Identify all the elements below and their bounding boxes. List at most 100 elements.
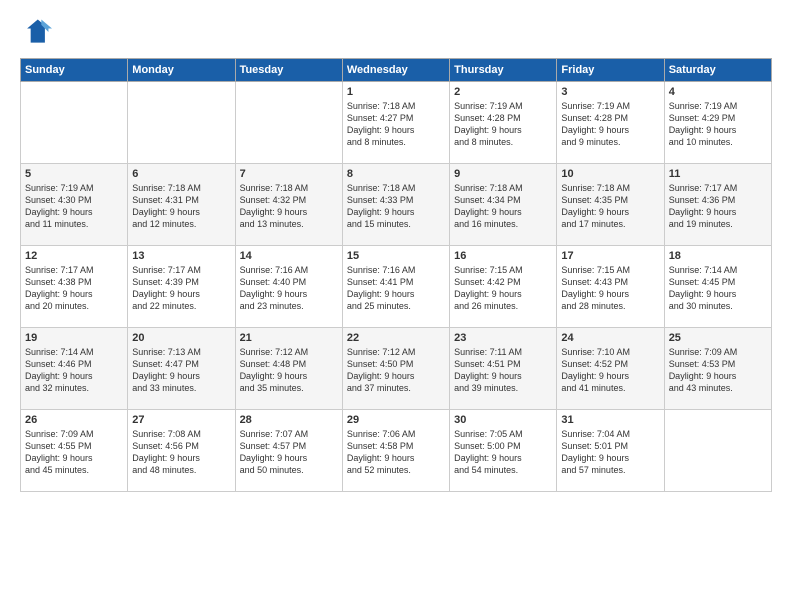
day-number: 13 [132,250,230,262]
cell-content: Sunrise: 7:12 AM Sunset: 4:48 PM Dayligh… [240,346,338,395]
calendar-cell: 3Sunrise: 7:19 AM Sunset: 4:28 PM Daylig… [557,82,664,164]
calendar-cell: 7 Sunrise: 7:18 AM Sunset: 4:32 PM Daylig… [235,164,342,246]
cell-content: Sunrise: 7:16 AM Sunset: 4:41 PM Dayligh… [347,264,445,313]
cell-content: Sunrise: 7:12 AM Sunset: 4:50 PM Dayligh… [347,346,445,395]
day-number: 7 [240,168,338,180]
calendar-cell: 1 Sunrise: 7:18 AM Sunset: 4:27 PM Daylig… [342,82,449,164]
calendar-cell: 11 Sunrise: 7:17 AM Sunset: 4:36 PM Dayli… [664,164,771,246]
calendar-cell [235,82,342,164]
calendar-week-row: 19 Sunrise: 7:14 AM Sunset: 4:46 PM Dayli… [21,328,772,410]
cell-content: Sunrise: 7:09 AM Sunset: 4:55 PM Dayligh… [25,428,123,477]
cell-content: Sunrise: 7:19 AM Sunset: 4:30 PM Dayligh… [25,182,123,231]
day-number: 6 [132,168,230,180]
calendar-week-row: 26 Sunrise: 7:09 AM Sunset: 4:55 PM Dayli… [21,410,772,492]
calendar-cell: 4 Sunrise: 7:19 AM Sunset: 4:29 PM Daylig… [664,82,771,164]
cell-content: Sunrise: 7:06 AM Sunset: 4:58 PM Dayligh… [347,428,445,477]
day-number: 5 [25,168,123,180]
calendar-cell: 23 Sunrise: 7:11 AM Sunset: 4:51 PM Dayli… [450,328,557,410]
day-number: 4 [669,86,767,98]
cell-content: Sunrise: 7:14 AM Sunset: 4:45 PM Dayligh… [669,264,767,313]
day-number: 17 [561,250,659,262]
day-number: 9 [454,168,552,180]
day-number: 28 [240,414,338,426]
day-number: 12 [25,250,123,262]
calendar-cell: 18Sunrise: 7:14 AM Sunset: 4:45 PM Dayli… [664,246,771,328]
calendar-cell: 30 Sunrise: 7:05 AM Sunset: 5:00 PM Dayli… [450,410,557,492]
cell-content: Sunrise: 7:19 AM Sunset: 4:28 PM Dayligh… [454,100,552,149]
day-number: 30 [454,414,552,426]
calendar-day-header: Sunday [21,59,128,82]
cell-content: Sunrise: 7:15 AM Sunset: 4:43 PM Dayligh… [561,264,659,313]
calendar-cell: 29 Sunrise: 7:06 AM Sunset: 4:58 PM Dayli… [342,410,449,492]
calendar-cell: 17 Sunrise: 7:15 AM Sunset: 4:43 PM Dayli… [557,246,664,328]
day-number: 8 [347,168,445,180]
cell-content: Sunrise: 7:18 AM Sunset: 4:34 PM Dayligh… [454,182,552,231]
day-number: 1 [347,86,445,98]
day-number: 27 [132,414,230,426]
day-number: 24 [561,332,659,344]
day-number: 2 [454,86,552,98]
header [20,16,772,48]
calendar-cell: 14 Sunrise: 7:16 AM Sunset: 4:40 PM Dayli… [235,246,342,328]
cell-content: Sunrise: 7:04 AM Sunset: 5:01 PM Dayligh… [561,428,659,477]
cell-content: Sunrise: 7:18 AM Sunset: 4:33 PM Dayligh… [347,182,445,231]
calendar-cell: 25 Sunrise: 7:09 AM Sunset: 4:53 PM Dayli… [664,328,771,410]
day-number: 29 [347,414,445,426]
cell-content: Sunrise: 7:05 AM Sunset: 5:00 PM Dayligh… [454,428,552,477]
cell-content: Sunrise: 7:18 AM Sunset: 4:27 PM Dayligh… [347,100,445,149]
day-number: 14 [240,250,338,262]
calendar-cell: 20Sunrise: 7:13 AM Sunset: 4:47 PM Dayli… [128,328,235,410]
cell-content: Sunrise: 7:14 AM Sunset: 4:46 PM Dayligh… [25,346,123,395]
calendar-table: SundayMondayTuesdayWednesdayThursdayFrid… [20,58,772,492]
day-number: 26 [25,414,123,426]
calendar-week-row: 5 Sunrise: 7:19 AM Sunset: 4:30 PM Daylig… [21,164,772,246]
cell-content: Sunrise: 7:09 AM Sunset: 4:53 PM Dayligh… [669,346,767,395]
calendar-cell: 24 Sunrise: 7:10 AM Sunset: 4:52 PM Dayli… [557,328,664,410]
cell-content: Sunrise: 7:19 AM Sunset: 4:29 PM Dayligh… [669,100,767,149]
calendar-cell [21,82,128,164]
logo-icon [20,16,52,48]
day-number: 3 [561,86,659,98]
cell-content: Sunrise: 7:10 AM Sunset: 4:52 PM Dayligh… [561,346,659,395]
cell-content: Sunrise: 7:15 AM Sunset: 4:42 PM Dayligh… [454,264,552,313]
cell-content: Sunrise: 7:13 AM Sunset: 4:47 PM Dayligh… [132,346,230,395]
day-number: 25 [669,332,767,344]
calendar-cell: 8 Sunrise: 7:18 AM Sunset: 4:33 PM Daylig… [342,164,449,246]
day-number: 15 [347,250,445,262]
cell-content: Sunrise: 7:16 AM Sunset: 4:40 PM Dayligh… [240,264,338,313]
day-number: 11 [669,168,767,180]
calendar-cell: 16 Sunrise: 7:15 AM Sunset: 4:42 PM Dayli… [450,246,557,328]
day-number: 23 [454,332,552,344]
calendar-cell [128,82,235,164]
calendar-cell: 13 Sunrise: 7:17 AM Sunset: 4:39 PM Dayli… [128,246,235,328]
cell-content: Sunrise: 7:08 AM Sunset: 4:56 PM Dayligh… [132,428,230,477]
day-number: 31 [561,414,659,426]
calendar-cell: 21Sunrise: 7:12 AM Sunset: 4:48 PM Dayli… [235,328,342,410]
cell-content: Sunrise: 7:18 AM Sunset: 4:35 PM Dayligh… [561,182,659,231]
cell-content: Sunrise: 7:18 AM Sunset: 4:32 PM Dayligh… [240,182,338,231]
cell-content: Sunrise: 7:17 AM Sunset: 4:36 PM Dayligh… [669,182,767,231]
calendar-cell: 31 Sunrise: 7:04 AM Sunset: 5:01 PM Dayli… [557,410,664,492]
calendar-header-row: SundayMondayTuesdayWednesdayThursdayFrid… [21,59,772,82]
calendar-day-header: Monday [128,59,235,82]
day-number: 22 [347,332,445,344]
calendar-cell: 27 Sunrise: 7:08 AM Sunset: 4:56 PM Dayli… [128,410,235,492]
calendar-cell: 5 Sunrise: 7:19 AM Sunset: 4:30 PM Daylig… [21,164,128,246]
calendar-cell: 15 Sunrise: 7:16 AM Sunset: 4:41 PM Dayli… [342,246,449,328]
page: SundayMondayTuesdayWednesdayThursdayFrid… [0,0,792,612]
calendar-week-row: 12 Sunrise: 7:17 AM Sunset: 4:38 PM Dayli… [21,246,772,328]
calendar-cell: 6 Sunrise: 7:18 AM Sunset: 4:31 PM Daylig… [128,164,235,246]
calendar-day-header: Friday [557,59,664,82]
calendar-week-row: 1 Sunrise: 7:18 AM Sunset: 4:27 PM Daylig… [21,82,772,164]
day-number: 16 [454,250,552,262]
cell-content: Sunrise: 7:18 AM Sunset: 4:31 PM Dayligh… [132,182,230,231]
logo [20,16,56,48]
cell-content: Sunrise: 7:17 AM Sunset: 4:39 PM Dayligh… [132,264,230,313]
cell-content: Sunrise: 7:11 AM Sunset: 4:51 PM Dayligh… [454,346,552,395]
day-number: 19 [25,332,123,344]
cell-content: Sunrise: 7:17 AM Sunset: 4:38 PM Dayligh… [25,264,123,313]
calendar-cell: 9 Sunrise: 7:18 AM Sunset: 4:34 PM Daylig… [450,164,557,246]
day-number: 10 [561,168,659,180]
calendar-cell: 19 Sunrise: 7:14 AM Sunset: 4:46 PM Dayli… [21,328,128,410]
calendar-cell: 10 Sunrise: 7:18 AM Sunset: 4:35 PM Dayli… [557,164,664,246]
